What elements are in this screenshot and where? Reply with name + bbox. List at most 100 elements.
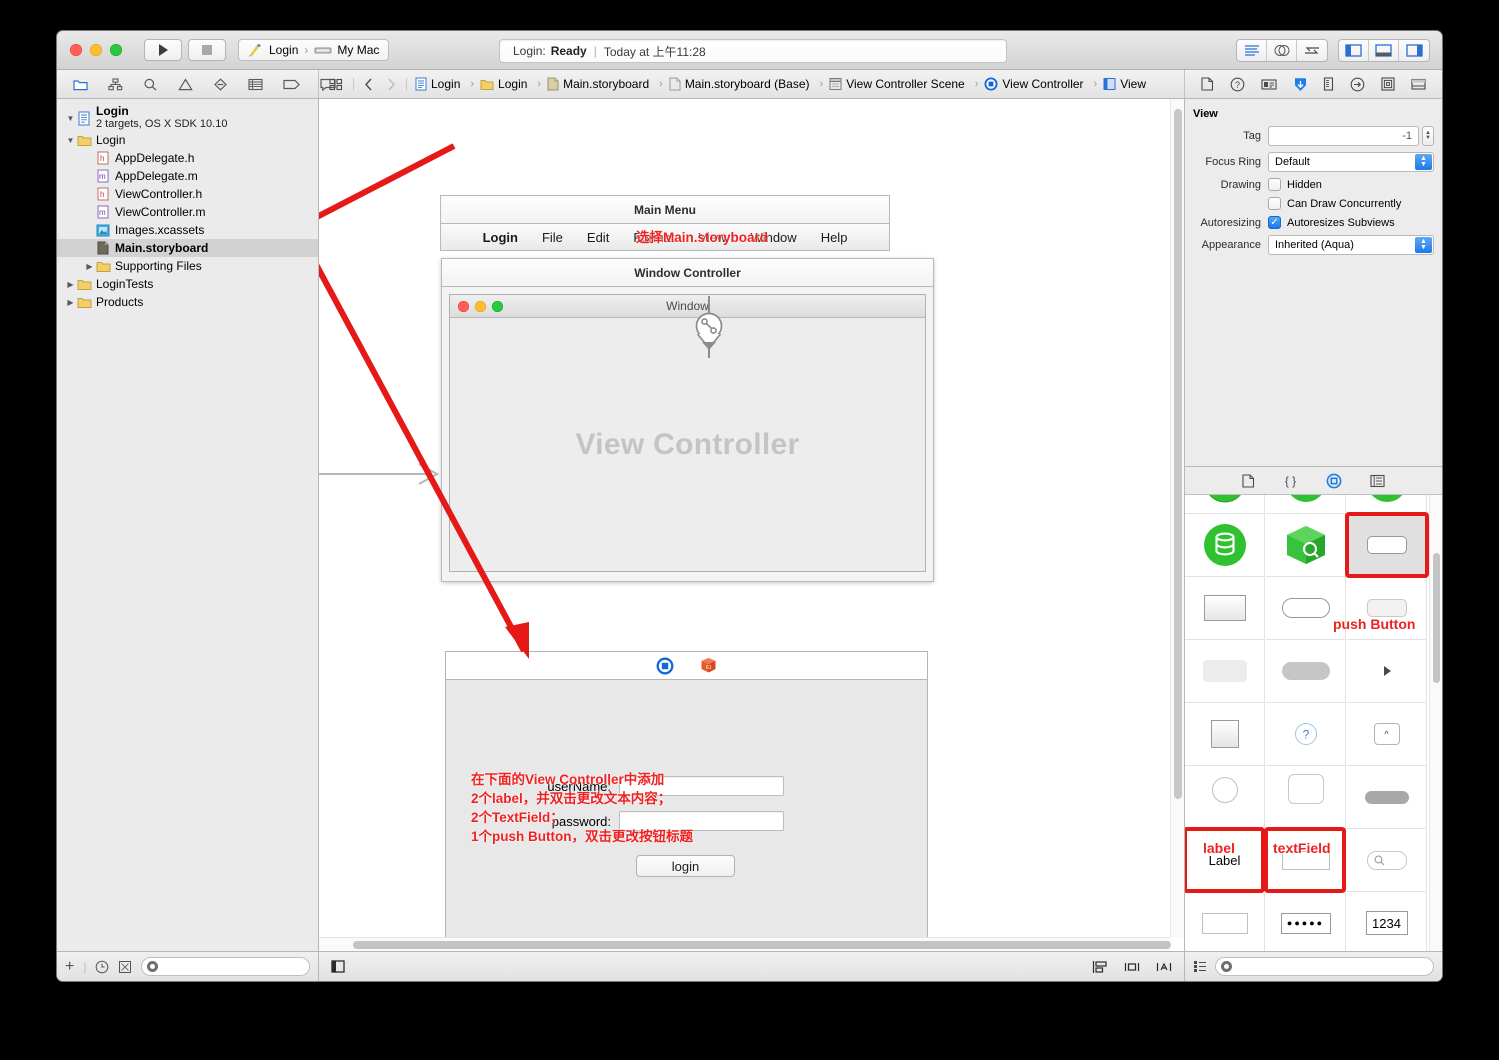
quick-help-icon[interactable]: ? [1230,77,1245,92]
library-cell-number-formatter[interactable]: 1234 [1347,892,1427,951]
project-navigator-icon[interactable] [73,78,88,91]
resizing-behavior-icon[interactable] [1156,960,1172,974]
library-cell-square-button[interactable] [1185,703,1265,766]
breadcrumb-item-0[interactable]: Login › [415,77,480,91]
library-cell-disclosure-button[interactable]: ^ [1347,703,1427,766]
effects-inspector-icon[interactable] [1411,78,1426,91]
tree-row-appdelegate-h[interactable]: h AppDelegate.h [57,149,318,167]
library-view-mode-icon[interactable] [1193,960,1207,973]
library-cell-disclosure-triangle[interactable] [1347,640,1427,703]
toggle-document-outline-icon[interactable] [331,960,345,973]
library-cell-recessed[interactable] [1185,640,1265,703]
file-inspector-icon[interactable] [1201,77,1214,91]
media-library-icon[interactable] [1370,474,1385,488]
canvas-hscroll-thumb[interactable] [353,941,1171,949]
toggle-navigator-icon[interactable] [1339,40,1369,61]
version-editor-icon[interactable] [1297,40,1327,61]
tag-field[interactable]: -1 [1268,126,1419,146]
can-draw-concurrently-row[interactable]: Can Draw Concurrently [1268,197,1401,210]
object-library-grid[interactable]: ? ^ Label ●●●●● 1234 push Button label t… [1185,495,1442,951]
tree-row-appdelegate-m[interactable]: m AppDelegate.m [57,167,318,185]
library-search-input[interactable] [1233,960,1433,973]
breadcrumb-item-4[interactable]: View Controller Scene › [829,77,984,91]
breakpoint-navigator-icon[interactable] [283,78,300,91]
identity-inspector-icon[interactable] [1261,78,1277,91]
jump-bar-arrows[interactable] [353,77,407,91]
library-cell-search-field[interactable] [1347,829,1427,892]
recent-files-filter-icon[interactable] [95,960,109,974]
jump-bar-grid-icon[interactable] [329,78,343,91]
test-navigator-icon[interactable] [213,77,228,91]
tree-row-supporting-files[interactable]: ▶ Supporting Files [57,257,318,275]
library-cell-0-1[interactable] [1266,495,1346,514]
stop-button[interactable] [188,39,226,61]
library-cell-secure-textfield[interactable]: ●●●●● [1266,892,1346,951]
canvas-vertical-scrollbar[interactable] [1170,99,1184,937]
library-cell-object[interactable] [1266,514,1346,577]
bindings-inspector-icon[interactable] [1381,77,1395,91]
library-cell-core-data[interactable] [1185,514,1265,577]
library-search-field[interactable] [1215,957,1434,976]
size-inspector-icon[interactable] [1323,77,1334,91]
hidden-checkbox[interactable] [1268,178,1281,191]
zoom-button[interactable] [110,44,122,56]
tree-row-main-storyboard[interactable]: Main.storyboard [57,239,318,257]
tag-stepper[interactable]: ▲ ▼ [1422,126,1434,146]
code-snippet-library-icon[interactable]: { } [1283,474,1298,488]
search-navigator-icon[interactable] [143,78,158,91]
tree-row-viewcontroller-h[interactable]: h ViewController.h [57,185,318,203]
breadcrumb-item-5[interactable]: View Controller › [984,77,1103,91]
symbol-navigator-icon[interactable] [108,77,123,91]
connections-inspector-icon[interactable] [1350,77,1365,92]
navigator-filter-input[interactable] [159,960,309,973]
autoresizes-subviews-row[interactable]: ✓ Autoresizes Subviews [1268,216,1395,229]
close-button[interactable] [70,44,82,56]
align-icon[interactable] [1092,960,1108,974]
editor-mode-segment[interactable] [1236,39,1328,62]
library-scroll-thumb[interactable] [1433,553,1440,683]
file-template-library-icon[interactable] [1242,473,1255,488]
library-cell-gradient-button[interactable] [1185,577,1265,640]
scheme-selector[interactable]: Login › My Mac [238,39,390,61]
library-cell-help-button[interactable]: ? [1266,703,1346,766]
resolve-auto-layout-icon[interactable] [1124,960,1140,974]
can-draw-concurrently-checkbox[interactable] [1268,197,1281,210]
breadcrumb-item-2[interactable]: Main.storyboard › [547,77,669,91]
object-library-icon[interactable] [1326,473,1342,489]
storyboard-canvas[interactable]: Main Menu Login File Edit Format View Wi… [319,99,1184,951]
navigator-filter-field[interactable] [141,957,310,976]
tree-row-logintests[interactable]: ▶ LoginTests [57,275,318,293]
assistant-editor-icon[interactable] [1267,40,1297,61]
hidden-checkbox-row[interactable]: Hidden [1268,178,1322,191]
tree-row-products[interactable]: ▶ Products [57,293,318,311]
library-cell-0-0[interactable] [1185,495,1265,514]
toggle-utilities-icon[interactable] [1399,40,1429,61]
disclosure-triangle-icon[interactable]: ▶ [65,298,76,307]
add-file-button[interactable]: + [65,958,74,976]
forward-arrow-icon[interactable] [387,78,396,91]
canvas-horizontal-scrollbar[interactable] [319,937,1171,951]
library-scrollbar[interactable] [1429,495,1442,951]
breadcrumb-item-1[interactable]: Login › [480,77,547,91]
attributes-inspector-icon[interactable] [1293,77,1308,92]
library-cell-rounded-textfield[interactable] [1266,766,1346,829]
back-arrow-icon[interactable] [364,78,373,91]
disclosure-triangle-icon[interactable]: ▼ [65,136,76,145]
appearance-popup[interactable]: Inherited (Aqua) ▲ ▼ [1268,235,1434,255]
debug-navigator-icon[interactable] [248,78,263,91]
disclosure-triangle-icon[interactable]: ▶ [84,262,95,271]
toggle-debug-area-icon[interactable] [1369,40,1399,61]
panel-toggle-segment[interactable] [1338,39,1430,62]
source-control-filter-icon[interactable] [118,960,132,974]
autoresizes-subviews-checkbox[interactable]: ✓ [1268,216,1281,229]
disclosure-triangle-icon[interactable]: ▶ [65,280,76,289]
library-cell-capsule[interactable] [1347,766,1427,829]
minimize-button[interactable] [90,44,102,56]
focus-ring-popup[interactable]: Default ▲ ▼ [1268,152,1434,172]
tree-row-login[interactable]: ▼ Login [57,131,318,149]
library-cell-round-button[interactable] [1185,766,1265,829]
tree-row-viewcontroller-m[interactable]: m ViewController.m [57,203,318,221]
breadcrumb-item-6[interactable]: View [1103,77,1146,91]
breadcrumb-item-3[interactable]: Main.storyboard (Base) › [669,77,829,91]
window-controls[interactable] [70,44,122,56]
